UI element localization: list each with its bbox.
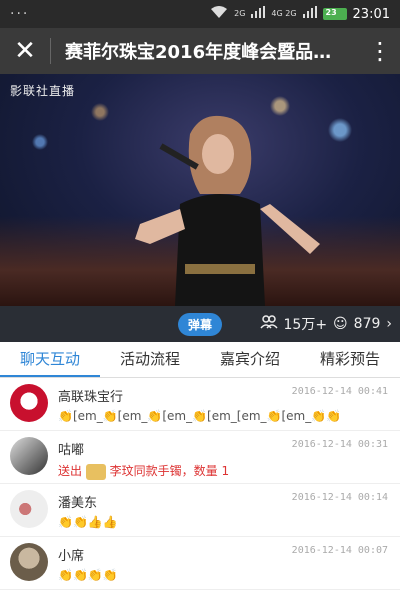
- tab-schedule[interactable]: 活动流程: [100, 342, 200, 377]
- gift-icon: [85, 463, 106, 480]
- message-time: 2016-12-14 00:07: [291, 545, 388, 556]
- title-bar: ✕ 赛菲尔珠宝2016年度峰会暨品… ⋮: [0, 28, 400, 74]
- message-time: 2016-12-14 00:14: [291, 492, 388, 503]
- signal-icon: [251, 6, 266, 22]
- gift-message: 送出 李玟同款手镯，数量 1: [58, 462, 390, 480]
- chat-list: 高联珠宝行 👏[em_👏[em_👏[em_👏[em_[em_👏[em_👏👏 20…: [0, 378, 400, 590]
- live-video-player[interactable]: 影联社直播: [0, 74, 400, 306]
- gift-text: 李玟同款手镯，数量 1: [109, 464, 230, 478]
- message-content: 👏👏👏👏: [58, 568, 118, 582]
- singer-figure: [135, 115, 320, 306]
- battery-level: 23: [325, 8, 337, 17]
- clock: 23:01: [352, 6, 390, 22]
- network-2g-label: 2G: [234, 9, 246, 18]
- notification-dots: ···: [10, 6, 30, 22]
- danmu-button[interactable]: 弹幕: [178, 312, 223, 336]
- message-time: 2016-12-14 00:31: [291, 439, 388, 450]
- player-controls: 弹幕 15万+ ☺ 879 ›: [0, 306, 400, 342]
- tab-guests[interactable]: 嘉宾介绍: [200, 342, 300, 377]
- gift-prefix: 送出: [58, 464, 83, 478]
- more-icon[interactable]: ⋮: [360, 37, 400, 65]
- avatar[interactable]: [10, 437, 48, 475]
- chevron-right-icon[interactable]: ›: [386, 316, 392, 332]
- chat-message: 小席 👏👏👏👏 2016-12-14 00:07: [0, 537, 400, 590]
- close-icon[interactable]: ✕: [0, 36, 50, 66]
- message-content: 👏[em_👏[em_👏[em_👏[em_[em_👏[em_👏👏: [58, 409, 342, 423]
- avatar[interactable]: [10, 384, 48, 422]
- chat-message: 潘美东 👏👏👍👍 2016-12-14 00:14: [0, 484, 400, 537]
- message-time: 2016-12-14 00:41: [291, 386, 388, 397]
- signal-icon-2: [302, 6, 317, 22]
- status-bar: ··· 2G 4G 2G 23 23:01: [0, 0, 400, 28]
- message-content: 👏👏👍👍: [58, 515, 118, 529]
- tab-bar: 聊天互动 活动流程 嘉宾介绍 精彩预告: [0, 342, 400, 378]
- viewer-count: 15万+: [283, 317, 328, 333]
- network-4g-label: 4G 2G: [271, 9, 297, 18]
- like-count: 879: [353, 316, 381, 332]
- tab-preview[interactable]: 精彩预告: [300, 342, 400, 377]
- like-icon[interactable]: ☺: [333, 316, 348, 332]
- avatar[interactable]: [10, 543, 48, 581]
- wifi-icon: [210, 5, 228, 23]
- chat-message: 高联珠宝行 👏[em_👏[em_👏[em_👏[em_[em_👏[em_👏👏 20…: [0, 378, 400, 431]
- battery-icon: 23: [322, 8, 347, 20]
- avatar[interactable]: [10, 490, 48, 528]
- page-title: 赛菲尔珠宝2016年度峰会暨品…: [65, 42, 332, 63]
- watermark: 影联社直播: [10, 84, 76, 98]
- tab-chat[interactable]: 聊天互动: [0, 342, 100, 377]
- chat-message: 咕嘟 送出 李玟同款手镯，数量 1 2016-12-14 00:31: [0, 431, 400, 484]
- viewers-icon: [259, 315, 278, 333]
